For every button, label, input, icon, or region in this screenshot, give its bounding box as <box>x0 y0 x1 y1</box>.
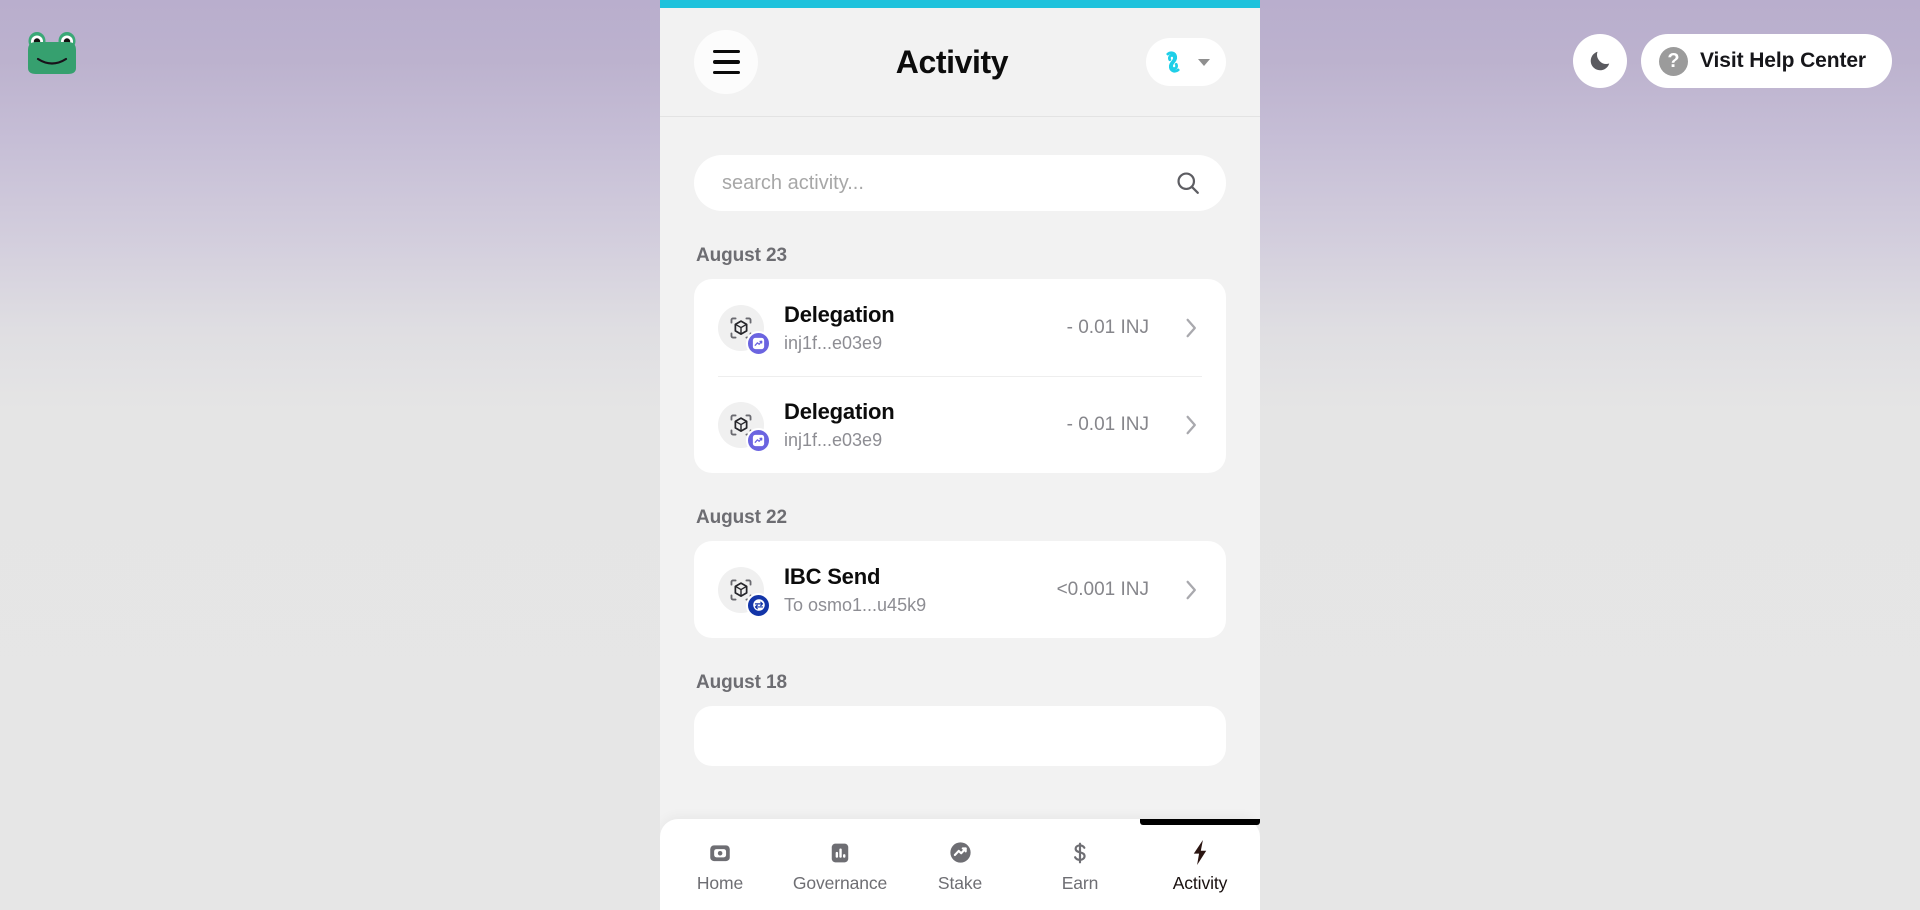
chevron-right-icon[interactable] <box>1183 579 1200 601</box>
bottom-navigation: Home Governance Stake Earn Activity <box>660 819 1260 910</box>
hamburger-menu-icon-line <box>712 49 740 54</box>
date-group-header: August 22 <box>696 507 787 528</box>
nav-item-earn[interactable]: Earn <box>1020 819 1140 910</box>
transaction-row[interactable]: Delegation inj1f...e03e9 - 0.01 INJ <box>694 376 1226 473</box>
nav-label-stake: Stake <box>937 873 983 893</box>
transaction-title: Delegation <box>784 302 895 327</box>
wallet-icon <box>707 839 733 866</box>
chevron-down-icon <box>1198 58 1210 66</box>
delegation-chart-icon <box>746 330 771 356</box>
transaction-subtitle: inj1f...e03e9 <box>784 429 883 450</box>
page-title: Activity <box>895 43 1009 80</box>
ibc-transfer-icon <box>746 592 771 618</box>
dollar-sign-icon <box>1067 839 1093 866</box>
wallet-panel: Activity August 23 <box>660 0 1260 910</box>
panel-body: August 23 <box>660 117 1260 910</box>
nav-item-stake[interactable]: Stake <box>900 819 1020 910</box>
search-bar[interactable] <box>694 155 1226 211</box>
theme-toggle-button[interactable] <box>1573 34 1628 88</box>
trending-chart-icon <box>947 839 974 866</box>
nav-label-earn: Earn <box>1061 873 1099 893</box>
transaction-card: Delegation inj1f...e03e9 - 0.01 INJ Dele… <box>694 279 1226 473</box>
transaction-title: IBC Send <box>784 564 881 589</box>
bar-chart-icon <box>827 839 853 866</box>
nav-label-home: Home <box>696 873 744 893</box>
date-group-header: August 18 <box>696 672 787 693</box>
nav-label-activity: Activity <box>1172 873 1228 893</box>
panel-header: Activity <box>660 8 1260 117</box>
transaction-title: Delegation <box>784 399 895 424</box>
nav-item-governance[interactable]: Governance <box>780 819 900 910</box>
delegation-chart-icon <box>746 427 771 453</box>
transaction-subtitle: To osmo1...u45k9 <box>784 594 927 615</box>
transaction-subtitle: inj1f...e03e9 <box>784 332 883 353</box>
question-mark-icon: ? <box>1659 46 1689 76</box>
hamburger-menu-icon-line <box>712 70 740 75</box>
chain-selector-button[interactable] <box>1146 38 1226 86</box>
chevron-right-icon[interactable] <box>1183 317 1200 339</box>
transaction-icon <box>718 566 771 618</box>
transaction-amount: - 0.01 INJ <box>1066 413 1149 435</box>
nav-item-activity[interactable]: Activity <box>1140 819 1260 910</box>
transaction-icon <box>718 304 771 356</box>
transaction-row[interactable]: Delegation inj1f...e03e9 - 0.01 INJ <box>694 279 1226 376</box>
chevron-right-icon[interactable] <box>1183 414 1200 436</box>
transaction-icon <box>718 401 771 453</box>
hamburger-menu-icon-line <box>712 60 740 64</box>
search-input[interactable] <box>722 171 1174 195</box>
transaction-amount: <0.001 INJ <box>1056 578 1149 600</box>
transaction-row[interactable]: IBC Send To osmo1...u45k9 <0.001 INJ <box>694 541 1226 638</box>
lightning-bolt-icon <box>1188 839 1212 866</box>
transaction-amount: - 0.01 INJ <box>1066 316 1149 338</box>
moon-icon <box>1590 51 1610 71</box>
search-icon[interactable] <box>1174 169 1202 197</box>
frog-logo-icon <box>28 32 76 74</box>
top-right-controls: ? Visit Help Center <box>1573 34 1892 88</box>
nav-label-governance: Governance <box>792 873 888 893</box>
frog-logo <box>24 28 80 76</box>
visit-help-center-button[interactable]: ? Visit Help Center <box>1641 34 1892 88</box>
injective-logo-icon <box>1166 51 1180 73</box>
nav-item-home[interactable]: Home <box>660 819 780 910</box>
accent-bar <box>660 0 1260 8</box>
hamburger-menu-button[interactable] <box>694 30 758 94</box>
help-button-label: Visit Help Center <box>1700 49 1866 72</box>
date-group-header: August 23 <box>696 245 787 266</box>
transaction-card <box>694 706 1226 766</box>
transaction-card: IBC Send To osmo1...u45k9 <0.001 INJ <box>694 541 1226 638</box>
